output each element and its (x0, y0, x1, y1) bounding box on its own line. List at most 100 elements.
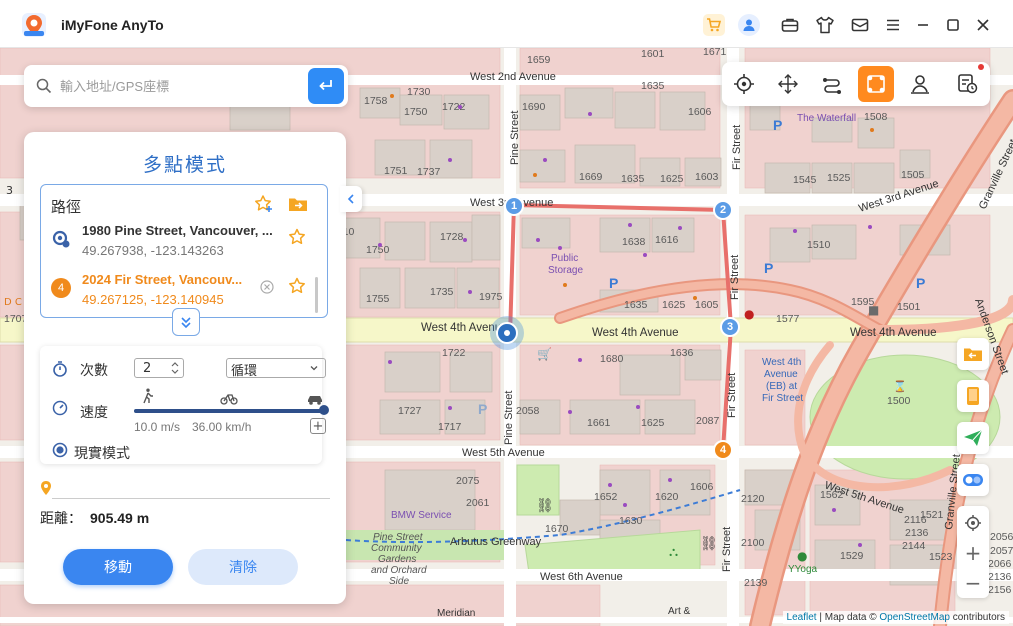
svg-text:Pine Street: Pine Street (509, 111, 521, 165)
menu-icon[interactable] (882, 14, 904, 36)
svg-text:Fir Street: Fir Street (762, 393, 803, 404)
route-marker-3[interactable]: 3 (720, 317, 740, 337)
svg-text:Pine Street: Pine Street (373, 532, 424, 543)
svg-text:BMW Service: BMW Service (391, 510, 452, 521)
svg-text:Arbutus Greenway: Arbutus Greenway (450, 536, 542, 548)
svg-text:1638: 1638 (622, 236, 646, 248)
app-window: West 2nd Avenue West 3rd Avenue West 3rd… (0, 0, 1013, 626)
count-stepper[interactable]: 2 (134, 358, 184, 378)
leaflet-link[interactable]: Leaflet (787, 612, 817, 623)
send-button[interactable] (957, 422, 989, 454)
svg-text:1510: 1510 (807, 239, 831, 251)
mail-icon[interactable] (849, 14, 871, 36)
favorite-star-icon[interactable] (288, 277, 306, 299)
remove-waypoint-icon[interactable] (260, 279, 274, 298)
route-list-scrollbar[interactable] (315, 277, 318, 313)
minimize-icon[interactable] (912, 14, 934, 36)
svg-text:1625: 1625 (660, 173, 684, 185)
svg-text:1730: 1730 (407, 86, 431, 98)
shirt-icon[interactable] (814, 14, 836, 36)
clear-button[interactable]: 清除 (188, 549, 298, 585)
zoom-in-button[interactable]: + (957, 538, 989, 568)
route-marker-2[interactable]: 2 (713, 200, 733, 220)
svg-text:1501: 1501 (897, 301, 921, 313)
star-add-icon (255, 195, 272, 212)
distance-value: 905.49 m (90, 510, 150, 526)
svg-text:1529: 1529 (840, 550, 864, 562)
count-label: 次數 (80, 363, 108, 379)
save-route-button[interactable] (253, 193, 275, 215)
joystick-mode-button[interactable] (770, 66, 806, 102)
svg-text:1690: 1690 (522, 101, 546, 113)
route-marker-1[interactable]: 1 (504, 196, 524, 216)
close-icon[interactable] (972, 14, 994, 36)
chevron-down-icon (310, 366, 318, 371)
speed-slider[interactable] (134, 405, 329, 415)
svg-text:1625: 1625 (641, 417, 665, 429)
svg-text:1562: 1562 (820, 489, 844, 501)
svg-text:Art &: Art & (668, 606, 691, 617)
svg-text:1616: 1616 (655, 234, 679, 246)
crosshair-icon (734, 74, 754, 94)
move-arrows-icon (778, 74, 798, 94)
svg-text:Fir Street: Fir Street (721, 527, 733, 572)
svg-text:D C: D C (4, 297, 22, 308)
cart-icon[interactable] (703, 14, 725, 36)
speedometer-icon (52, 400, 68, 420)
history-button[interactable] (950, 64, 986, 102)
realistic-mode-radio[interactable] (52, 442, 68, 462)
jump-teleport-mode-button[interactable] (902, 66, 938, 102)
favorite-star-icon[interactable] (288, 228, 306, 250)
multi-spot-mode-button[interactable] (858, 66, 894, 102)
svg-text:P: P (764, 260, 773, 276)
two-spot-mode-button[interactable] (814, 66, 850, 102)
svg-text:2075: 2075 (456, 475, 480, 487)
svg-text:⛬: ⛬ (669, 545, 678, 560)
move-button[interactable]: 移動 (63, 549, 173, 585)
search-input[interactable] (60, 73, 298, 99)
import-gpx-button[interactable] (957, 338, 989, 370)
waypoint-coords: 49.267125, -123.140945 (82, 292, 224, 307)
zoom-out-button[interactable]: − (957, 568, 989, 598)
distance-readout: 距離： 905.49 m (40, 508, 149, 528)
stepper-arrows-icon[interactable] (169, 360, 181, 376)
start-pin-icon (51, 229, 71, 249)
import-route-button[interactable] (287, 193, 309, 215)
svg-text:West 6th Avenue: West 6th Avenue (540, 571, 623, 583)
my-location-button[interactable] (957, 508, 989, 538)
title-bar: iMyFone AnyTo (0, 0, 1013, 48)
route-marker-4[interactable]: 4 (713, 440, 733, 460)
app-logo-icon (20, 11, 48, 39)
account-icon[interactable] (738, 14, 760, 36)
svg-text:2100: 2100 (741, 537, 765, 549)
maximize-icon[interactable] (942, 14, 964, 36)
device-button[interactable] (957, 380, 989, 412)
distance-row (40, 478, 330, 500)
svg-text:Fir Street: Fir Street (726, 373, 738, 418)
svg-text:1652: 1652 (594, 491, 618, 503)
route-label: 路徑 (51, 198, 82, 216)
expand-route-button[interactable] (172, 308, 200, 336)
svg-text:and Orchard: and Orchard (371, 565, 427, 576)
walk-icon[interactable] (141, 388, 155, 408)
svg-text:P: P (773, 117, 782, 133)
svg-text:West 4th: West 4th (762, 357, 801, 368)
svg-text:●: ● (744, 307, 754, 321)
waypoint-item[interactable]: 1980 Pine Street, Vancouver, ... 49.2679… (41, 221, 313, 265)
mode-toolbar (722, 62, 990, 106)
toggle-button[interactable] (957, 464, 989, 496)
loop-select[interactable]: 循環 (226, 358, 326, 379)
search-go-button[interactable] (308, 68, 344, 104)
osm-link[interactable]: OpenStreetMap (879, 612, 950, 623)
toolbox-icon[interactable] (779, 14, 801, 36)
return-arrow-icon (319, 80, 332, 91)
speed-plus-button[interactable]: + (310, 418, 326, 434)
svg-text:(EB) at: (EB) at (766, 381, 797, 392)
svg-text:⛓: ⛓ (700, 536, 718, 552)
bicycle-icon[interactable] (220, 390, 238, 409)
teleport-mode-button[interactable] (726, 66, 762, 102)
speed-slider-knob[interactable] (319, 405, 329, 415)
collapse-panel-button[interactable] (340, 186, 362, 212)
svg-text:1750: 1750 (366, 244, 390, 256)
svg-text:1670: 1670 (545, 523, 569, 535)
